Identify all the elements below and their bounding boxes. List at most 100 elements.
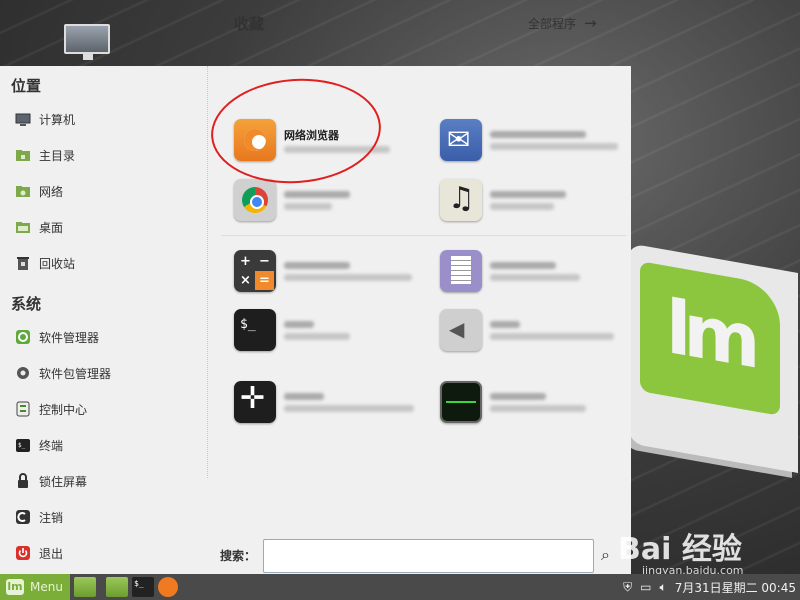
menu-sidebar: 位置 计算机 主目录 网络 桌面 回收站 系统 软件管理器 软件包管理器 控制中…	[0, 66, 207, 574]
control-center-icon	[14, 401, 32, 417]
search-icon[interactable]: ⌕	[601, 545, 610, 565]
baidu-watermark: Bai 经验 jingyan.baidu.com	[618, 524, 744, 577]
linux-mint-logo: lm	[628, 243, 798, 473]
sidebar-item-label: 计算机	[39, 112, 76, 127]
sidebar-item-label: 网络	[39, 184, 64, 199]
app-description-blurred	[490, 404, 586, 412]
watermark-text: Bai 经验	[618, 532, 742, 567]
plot-icon	[234, 381, 276, 423]
package-manager-icon	[14, 365, 32, 381]
home-folder-icon	[14, 147, 32, 163]
calculator-icon: + − × =	[234, 250, 276, 292]
logout-icon	[14, 509, 32, 525]
power-icon	[14, 545, 32, 561]
mail-icon	[440, 119, 482, 161]
app-calculator[interactable]: + − × =	[234, 241, 430, 301]
desktop-folder-icon	[14, 219, 32, 235]
app-terminal[interactable]	[234, 300, 430, 360]
app-name-blurred	[284, 392, 324, 400]
sidebar-item-network[interactable]: 网络	[14, 179, 63, 203]
sidebar-item-desktop[interactable]: 桌面	[14, 215, 63, 239]
app-name-blurred	[490, 261, 556, 269]
sidebar-item-home[interactable]: 主目录	[14, 143, 75, 167]
app-text-editor[interactable]	[440, 241, 636, 301]
system-tray: ⛨ ▭ 🔈︎ 7月31日星期二 00:45	[615, 574, 796, 600]
mint-menu-icon: lm	[6, 579, 24, 595]
favorites-separator	[221, 235, 626, 236]
sidebar-item-label: 锁住屏幕	[39, 474, 88, 489]
search-input[interactable]	[263, 539, 594, 573]
sidebar-item-label: 控制中心	[39, 402, 88, 417]
music-icon	[440, 179, 482, 221]
sidebar-item-trash[interactable]: 回收站	[14, 251, 75, 275]
terminal-icon: $_	[14, 437, 32, 453]
app-music[interactable]	[440, 170, 636, 230]
sidebar-item-terminal[interactable]: $_ 终端	[14, 433, 63, 457]
svg-text:$_: $_	[18, 442, 26, 449]
clock[interactable]: 7月31日星期二 00:45	[675, 579, 796, 596]
sidebar-item-software-manager[interactable]: 软件管理器	[14, 325, 99, 349]
app-name-blurred	[284, 261, 350, 269]
sidebar-item-label: 软件包管理器	[39, 366, 112, 381]
computer-icon	[14, 111, 32, 127]
app-name-blurred	[490, 190, 566, 198]
app-description-blurred	[490, 142, 618, 150]
favorites-title: 收藏	[234, 15, 265, 33]
firefox-launcher-icon[interactable]	[158, 577, 178, 597]
sidebar-item-label: 终端	[39, 438, 64, 453]
sidebar-item-label: 注销	[39, 510, 64, 525]
app-name-blurred	[490, 130, 586, 138]
sidebar-item-label: 软件管理器	[39, 330, 100, 345]
app-description-blurred	[284, 202, 332, 210]
arrow-right-icon: →	[584, 14, 597, 32]
app-sound[interactable]	[440, 300, 636, 360]
system-title: 系统	[11, 295, 42, 313]
lock-icon	[14, 473, 32, 489]
app-description-blurred	[490, 332, 614, 340]
app-name-blurred	[284, 320, 314, 328]
app-name-blurred	[490, 392, 546, 400]
computer-desktop-icon[interactable]	[64, 24, 112, 60]
sidebar-item-label: 桌面	[39, 220, 64, 235]
trash-icon	[14, 255, 32, 271]
text-editor-icon	[440, 250, 482, 292]
shield-icon[interactable]: ⛨	[623, 580, 632, 595]
sidebar-item-label: 退出	[39, 546, 64, 561]
app-description-blurred	[490, 202, 554, 210]
volume-icon[interactable]: 🔈︎	[659, 580, 666, 595]
all-programs-button[interactable]: 全部程序 →	[528, 14, 597, 32]
sidebar-divider	[207, 66, 208, 478]
terminal-launcher-icon[interactable]: $_	[132, 577, 154, 597]
app-description-blurred	[284, 273, 412, 281]
system-monitor-icon	[440, 381, 482, 423]
app-mail[interactable]	[440, 110, 636, 170]
places-title: 位置	[11, 77, 42, 95]
app-plot[interactable]	[234, 372, 430, 432]
app-name-blurred	[490, 320, 520, 328]
app-description-blurred	[284, 332, 350, 340]
app-system-monitor[interactable]	[440, 372, 636, 432]
sound-icon	[440, 309, 482, 351]
all-programs-label: 全部程序	[528, 16, 577, 31]
app-name-blurred	[284, 190, 350, 198]
app-description-blurred	[490, 273, 580, 281]
taskbar: lm Menu $_ ⛨ ▭ 🔈︎ 7月31日星期二 00:45	[0, 574, 800, 600]
show-desktop-icon[interactable]	[74, 577, 96, 597]
network-icon[interactable]: ▭	[640, 580, 651, 594]
chromium-icon	[234, 179, 276, 221]
files-launcher-icon[interactable]	[106, 577, 128, 597]
menu-button[interactable]: lm Menu	[0, 574, 70, 600]
terminal-app-icon	[234, 309, 276, 351]
menu-button-label: Menu	[30, 580, 63, 594]
sidebar-item-package-manager[interactable]: 软件包管理器	[14, 361, 111, 385]
network-folder-icon	[14, 183, 32, 199]
app-description-blurred	[284, 404, 414, 412]
search-label: 搜索：	[220, 549, 257, 563]
sidebar-item-lock-screen[interactable]: 锁住屏幕	[14, 469, 87, 493]
sidebar-item-computer[interactable]: 计算机	[14, 107, 75, 131]
sidebar-item-quit[interactable]: 退出	[14, 541, 63, 565]
sidebar-item-label: 回收站	[39, 256, 76, 271]
sidebar-item-control-center[interactable]: 控制中心	[14, 397, 87, 421]
software-manager-icon	[14, 329, 32, 345]
sidebar-item-logout[interactable]: 注销	[14, 505, 63, 529]
